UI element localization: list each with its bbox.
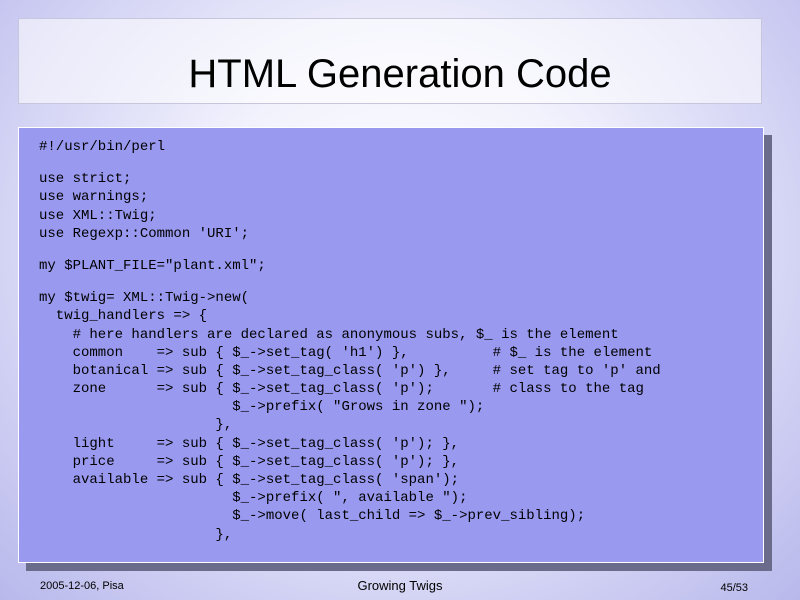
- code-line: my $twig= XML::Twig->new(: [39, 290, 250, 307]
- code-line: use XML::Twig;: [39, 207, 157, 224]
- code-line: light => sub { $_->set_tag_class( 'p'); …: [39, 435, 460, 452]
- footer-page-number: 45/53: [720, 582, 748, 594]
- code-line: common => sub { $_->set_tag( 'h1') }, # …: [39, 344, 653, 361]
- code-line: use Regexp::Common 'URI';: [39, 225, 250, 242]
- code-line: },: [39, 526, 233, 543]
- code-line: available => sub { $_->set_tag_class( 's…: [39, 472, 460, 488]
- footer-talk-title: Growing Twigs: [357, 578, 443, 593]
- code-line: zone => sub { $_->set_tag_class( 'p'); #…: [39, 381, 644, 398]
- code-line: $_->prefix( ", available ");: [39, 490, 468, 507]
- code-line: },: [39, 417, 233, 434]
- slide-title: HTML Generation Code: [188, 52, 612, 96]
- code-block: #!/usr/bin/perl use strict; use warnings; u…: [39, 138, 661, 544]
- code-line: use warnings;: [39, 189, 149, 206]
- code-line: $_->prefix( "Grows in zone ");: [39, 399, 485, 416]
- code-group-gap: [39, 243, 661, 257]
- code-line: twig_handlers => {: [39, 308, 208, 325]
- code-group-gap: [39, 275, 661, 289]
- code-box: #!/usr/bin/perl use strict; use warnings; u…: [18, 127, 764, 563]
- code-line: # here handlers are declared as anonymou…: [39, 326, 619, 343]
- code-group-gap: [39, 156, 661, 170]
- code-line: #!/usr/bin/perl: [39, 139, 166, 155]
- code-line: price => sub { $_->set_tag_class( 'p'); …: [39, 453, 460, 470]
- code-line: my $PLANT_FILE="plant.xml";: [39, 257, 266, 274]
- code-line: use strict;: [39, 171, 132, 188]
- code-line: $_->move( last_child => $_->prev_sibling…: [39, 508, 586, 525]
- code-line: botanical => sub { $_->set_tag_class( 'p…: [39, 362, 661, 379]
